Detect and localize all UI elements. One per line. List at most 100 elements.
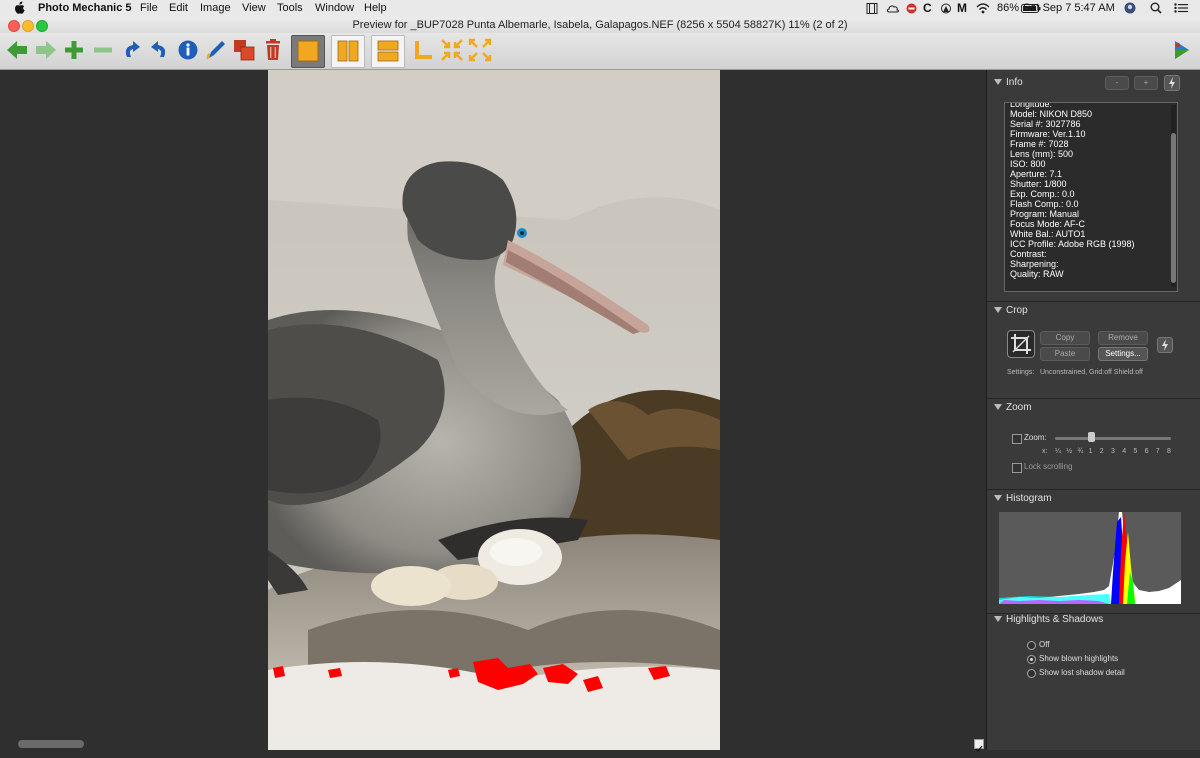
- photo-preview[interactable]: [268, 70, 720, 750]
- notification-center-icon[interactable]: [1174, 3, 1188, 13]
- zoom-tick-label: ¼: [1055, 448, 1061, 455]
- crop-tool-icon[interactable]: [1007, 330, 1035, 358]
- zoom-slider-knob[interactable]: [1088, 432, 1095, 442]
- clock[interactable]: Sat Sep 7 5:47 AM: [1023, 2, 1115, 14]
- info-line: Aperture: 7.1: [1010, 169, 1063, 179]
- wifi-icon[interactable]: [976, 2, 990, 14]
- remove-button[interactable]: [90, 37, 116, 63]
- malwarebytes-icon[interactable]: M: [957, 1, 967, 15]
- info-section-header[interactable]: Info: [994, 77, 1023, 88]
- cormorant-photo: [268, 70, 720, 750]
- edit-ipct-button[interactable]: [203, 37, 229, 63]
- previous-photo-button[interactable]: [4, 37, 30, 63]
- next-photo-button[interactable]: [33, 37, 59, 63]
- crop-settings-value: Unconstrained, Grid:off Shield:off: [1040, 369, 1143, 376]
- menu-tools[interactable]: Tools: [277, 2, 303, 14]
- rotate-right-icon: [151, 41, 166, 57]
- add-to-contact-sheet-button[interactable]: [61, 37, 87, 63]
- info-scroll-thumb[interactable]: [1171, 133, 1176, 283]
- disclosure-triangle-icon: [994, 495, 1002, 502]
- delete-button[interactable]: [260, 37, 286, 63]
- highlights-section-title: Highlights & Shadows: [1006, 614, 1104, 625]
- show-blown-highlights-radio[interactable]: [1027, 655, 1036, 664]
- info-scrollbar[interactable]: [1171, 105, 1176, 287]
- section-divider: [987, 301, 1200, 302]
- info-list[interactable]: Longitude: Model: NIKON D850 Serial #: 302…: [1004, 102, 1178, 292]
- menu-help[interactable]: Help: [364, 2, 387, 14]
- highlights-section-header[interactable]: Highlights & Shadows: [994, 614, 1103, 625]
- menu-file[interactable]: File: [140, 2, 158, 14]
- stacked-view-button[interactable]: [371, 35, 405, 68]
- lock-scrolling-checkbox[interactable]: [1012, 463, 1022, 473]
- info-line: Serial #: 3027786: [1010, 119, 1081, 129]
- expand-button[interactable]: [467, 37, 493, 63]
- zoom-tick-label: ¾: [1077, 448, 1084, 455]
- menu-image[interactable]: Image: [200, 2, 231, 14]
- checkmark-icon: [975, 745, 983, 752]
- apple-menu-icon[interactable]: [14, 1, 26, 14]
- info-line: Flash Comp.: 0.0: [1010, 199, 1079, 209]
- info-line: ICC Profile: Adobe RGB (1998): [1010, 239, 1135, 249]
- bottom-checkbox[interactable]: [974, 739, 984, 752]
- cloud-sync-icon[interactable]: [886, 3, 900, 14]
- copy-button[interactable]: [231, 37, 257, 63]
- show-blown-highlights-label: Show blown highlights: [1039, 654, 1119, 663]
- info-line: Sharpening:: [1010, 259, 1059, 269]
- battery-percent: 86%: [997, 2, 1020, 14]
- zoom-tick-label: 7: [1155, 448, 1160, 455]
- crop-copy-button[interactable]: Copy: [1040, 331, 1090, 345]
- show-lost-shadow-radio[interactable]: [1027, 669, 1036, 678]
- single-view-button[interactable]: [291, 35, 325, 68]
- info-expand-button[interactable]: +: [1134, 76, 1158, 90]
- stacked-icon: [377, 40, 399, 62]
- info-line: Model: NIKON D850: [1010, 109, 1093, 119]
- spotlight-search-icon[interactable]: [1150, 2, 1162, 14]
- zoom-slider-track[interactable]: [1055, 437, 1171, 440]
- crop-section-header[interactable]: Crop: [994, 305, 1028, 316]
- lock-scrolling-label: Lock scrolling: [1024, 462, 1073, 471]
- crop-tool-button[interactable]: [410, 37, 436, 63]
- app-logo-icon: [1175, 41, 1189, 59]
- zoom-section-title: Zoom: [1006, 402, 1032, 413]
- rotate-left-button[interactable]: [119, 37, 145, 63]
- crop-action-button[interactable]: [1157, 337, 1173, 353]
- no-entry-icon[interactable]: [906, 3, 917, 14]
- info-line: Frame #: 7028: [1010, 139, 1069, 149]
- arrows-out-icon: [468, 38, 492, 62]
- info-line: White Bal.: AUTO1: [1010, 229, 1086, 239]
- info-button[interactable]: [175, 37, 201, 63]
- app-menu[interactable]: Photo Mechanic 5: [38, 2, 132, 14]
- zoom-section-header[interactable]: Zoom: [994, 402, 1032, 413]
- crop-paste-button[interactable]: Paste: [1040, 347, 1090, 361]
- arrow-left-icon: [7, 41, 27, 59]
- filmstrip-resize-handle[interactable]: [18, 740, 84, 748]
- info-line: Lens (mm): 500: [1010, 149, 1074, 159]
- user-avatar-icon[interactable]: [1124, 2, 1136, 14]
- info-action-button[interactable]: [1164, 75, 1180, 91]
- crop-settings-caption: Settings:: [1007, 369, 1035, 376]
- info-collapse-button[interactable]: -: [1105, 76, 1129, 90]
- highlights-off-radio[interactable]: [1027, 641, 1036, 650]
- zoom-tick-label: 8: [1167, 448, 1171, 455]
- show-lost-shadow-label: Show lost shadow detail: [1039, 668, 1125, 677]
- preview-area[interactable]: [0, 70, 985, 750]
- crop-settings-button[interactable]: Settings...: [1098, 347, 1148, 361]
- menu-window[interactable]: Window: [315, 2, 354, 14]
- zoom-checkbox[interactable]: [1012, 434, 1022, 444]
- zoom-tick-label: ½: [1066, 448, 1073, 455]
- side-by-side-view-button[interactable]: [331, 35, 365, 68]
- menu-edit[interactable]: Edit: [169, 2, 188, 14]
- photo-mechanic-logo: [1169, 37, 1195, 63]
- histogram-section-header[interactable]: Histogram: [994, 493, 1052, 504]
- collapse-button[interactable]: [439, 37, 465, 63]
- status-c-icon[interactable]: C: [923, 1, 932, 15]
- crop-icon: [1011, 334, 1031, 354]
- crop-remove-button[interactable]: Remove: [1098, 331, 1148, 345]
- google-drive-icon[interactable]: [940, 3, 952, 14]
- rotate-right-button[interactable]: [146, 37, 172, 63]
- section-divider: [987, 489, 1200, 490]
- trash-icon: [266, 39, 280, 60]
- menu-view[interactable]: View: [242, 2, 266, 14]
- filmstrip-icon[interactable]: [866, 3, 878, 14]
- crop-corner-icon: [415, 41, 432, 59]
